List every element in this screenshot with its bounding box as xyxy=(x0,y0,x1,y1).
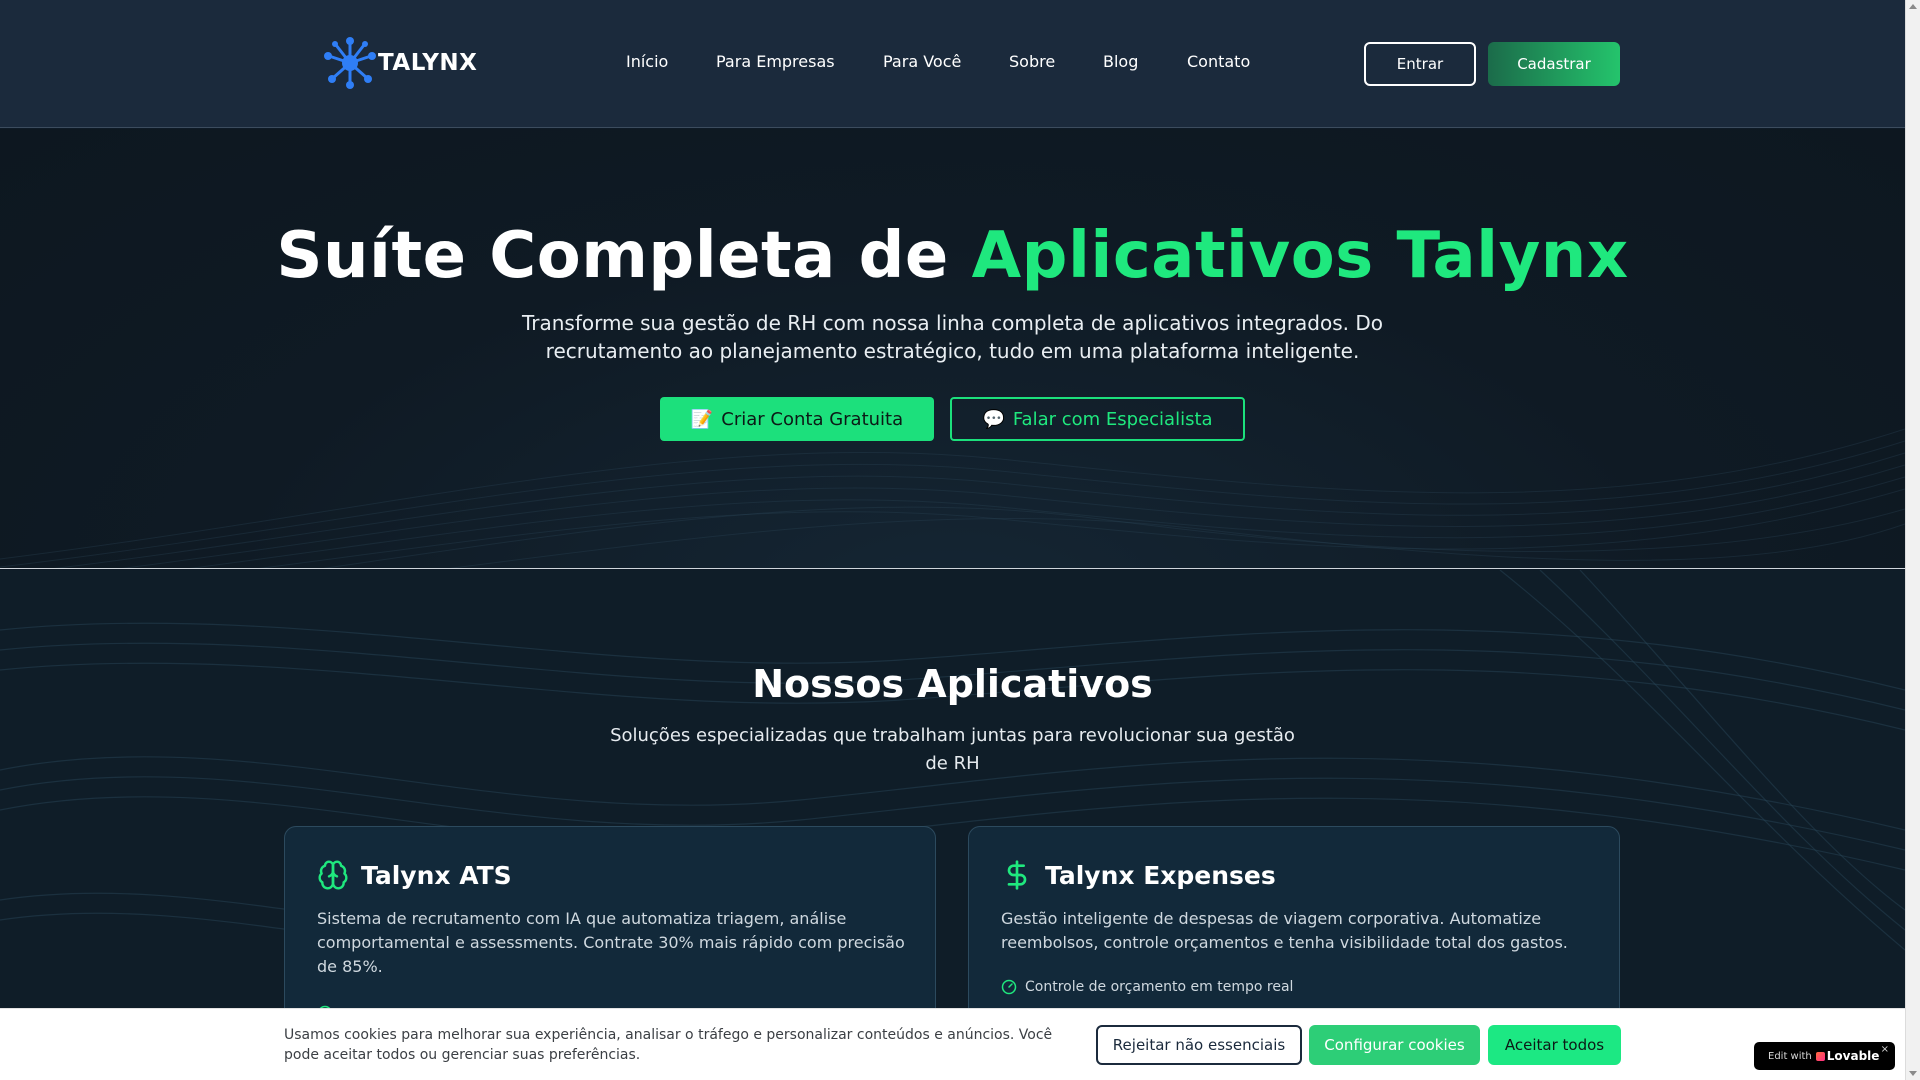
badge-brand-label: Lovable xyxy=(1826,1049,1880,1063)
hero-title-plain: Suíte Completa de xyxy=(276,219,972,293)
nav-item-inicio[interactable]: Início xyxy=(626,52,668,71)
vertical-scrollbar[interactable] xyxy=(1905,0,1920,1080)
brand-logo[interactable]: TALYNX xyxy=(324,36,477,90)
logo-network-icon xyxy=(324,37,376,89)
close-icon[interactable]: × xyxy=(1881,1044,1889,1055)
nav-item-para-voce[interactable]: Para Você xyxy=(883,52,961,71)
page: TALYNX Início Para Empresas Para Você So… xyxy=(0,0,1905,1080)
card-description: Gestão inteligente de despesas de viagem… xyxy=(1001,909,1568,952)
apps-title: Nossos Aplicativos xyxy=(752,662,1153,706)
card-description: Sistema de recrutamento com IA que autom… xyxy=(317,909,905,976)
talk-to-specialist-label: Falar com Especialista xyxy=(1012,408,1213,430)
configure-cookies-button[interactable]: Configurar cookies xyxy=(1309,1025,1480,1065)
login-button[interactable]: Entrar xyxy=(1364,42,1476,86)
nav-item-sobre[interactable]: Sobre xyxy=(1009,52,1055,71)
create-free-account-button[interactable]: 📝 Criar Conta Gratuita xyxy=(660,397,934,441)
memo-icon: 📝 xyxy=(690,408,714,430)
brand-name: TALYNX xyxy=(378,50,478,76)
badge-edit-label: Edit with xyxy=(1768,1050,1812,1062)
gauge-icon xyxy=(1001,979,1017,995)
hero-subtitle: Transforme sua gestão de RH com nossa li… xyxy=(521,311,1384,363)
brain-icon xyxy=(318,860,348,890)
card-title: Talynx Expenses xyxy=(1045,860,1276,890)
apps-subtitle: Soluções especializadas que trabalham ju… xyxy=(610,725,1295,774)
lovable-heart-icon xyxy=(1815,1051,1825,1061)
card-title: Talynx ATS xyxy=(361,860,512,890)
cookie-banner: Usamos cookies para melhorar sua experiê… xyxy=(0,1008,1905,1080)
accept-all-button[interactable]: Aceitar todos xyxy=(1488,1025,1621,1065)
create-free-account-label: Criar Conta Gratuita xyxy=(721,408,904,430)
card-header: Talynx ATS xyxy=(317,859,512,891)
reject-nonessential-button[interactable]: Rejeitar não essenciais xyxy=(1096,1025,1302,1065)
scroll-down-arrow-icon[interactable] xyxy=(1909,1071,1917,1076)
hero-section: Suíte Completa de Aplicativos Talynx Tra… xyxy=(0,129,1905,569)
nav-item-contato[interactable]: Contato xyxy=(1187,52,1250,71)
signup-button[interactable]: Cadastrar xyxy=(1488,42,1620,86)
edit-with-lovable-badge[interactable]: Edit with Lovable × xyxy=(1754,1042,1895,1070)
hero-title-accent: Aplicativos Talynx xyxy=(971,219,1629,293)
badge-brand: Lovable xyxy=(1815,1049,1880,1063)
apps-section: Nossos Aplicativos Soluções especializad… xyxy=(0,570,1905,1080)
dollar-icon xyxy=(1007,860,1027,890)
cookie-text: Usamos cookies para melhorar sua experiê… xyxy=(284,1027,1053,1063)
talk-to-specialist-button[interactable]: 💬 Falar com Especialista xyxy=(950,397,1245,441)
nav-item-blog[interactable]: Blog xyxy=(1103,52,1138,71)
speech-bubble-icon: 💬 xyxy=(982,408,1005,430)
feature-label: Controle de orçamento em tempo real xyxy=(1025,979,1294,995)
site-header: TALYNX Início Para Empresas Para Você So… xyxy=(0,0,1905,128)
hero-title: Suíte Completa de Aplicativos Talynx xyxy=(0,219,1905,293)
card-header: Talynx Expenses xyxy=(1001,859,1276,891)
scroll-up-arrow-icon[interactable] xyxy=(1909,4,1917,9)
nav-item-para-empresas[interactable]: Para Empresas xyxy=(716,52,835,71)
feature-item: Controle de orçamento em tempo real xyxy=(1001,979,1293,995)
